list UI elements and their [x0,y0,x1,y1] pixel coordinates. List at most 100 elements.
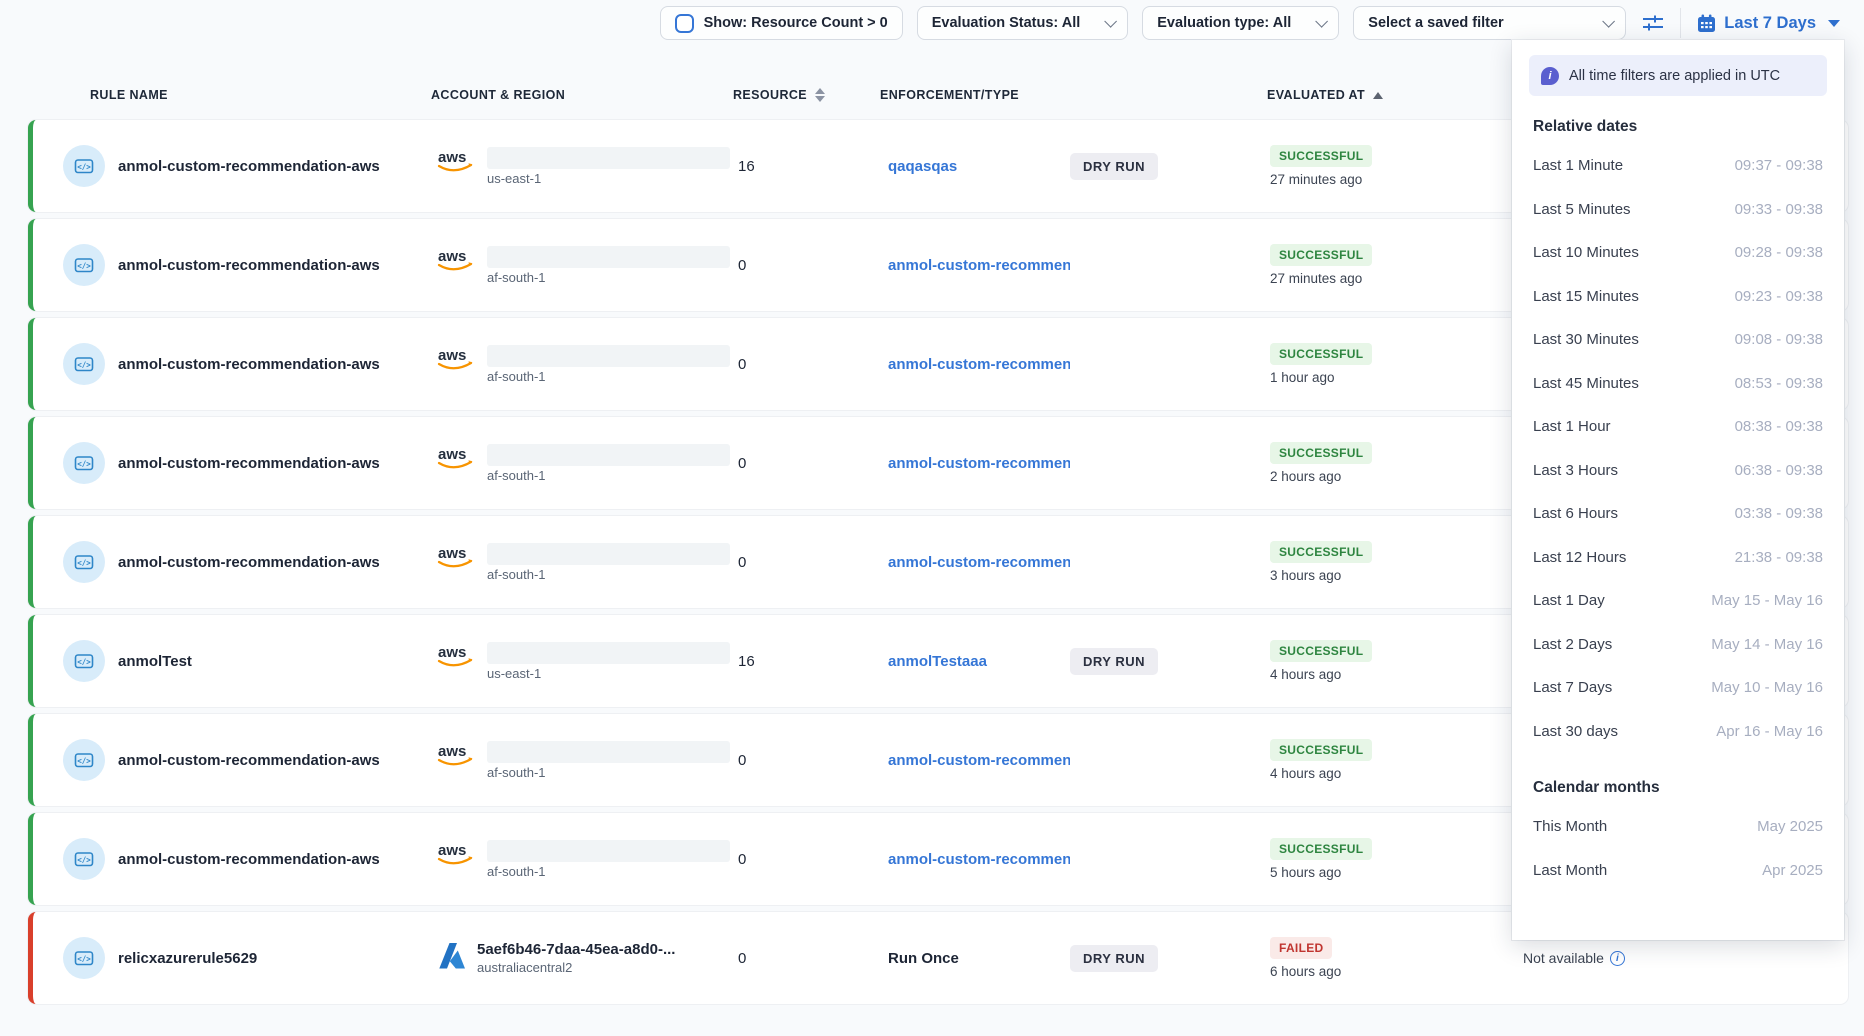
rule-code-icon: </> [63,739,105,781]
info-icon[interactable]: i [1610,951,1625,966]
rule-code-icon: </> [63,442,105,484]
status-badge: SUCCESSFUL [1270,442,1372,464]
date-option[interactable]: Last 45 Minutes 08:53 - 09:38 [1529,362,1827,406]
date-option-range: 06:38 - 09:38 [1735,462,1823,479]
evaluated-at-cell: SUCCESSFUL 3 hours ago [1270,541,1523,583]
resource-count: 0 [738,257,888,274]
date-option[interactable]: This Month May 2025 [1529,805,1827,849]
filter-toolbar: Show: Resource Count > 0 Evaluation Stat… [0,4,1842,42]
date-option-label: Last 7 Days [1533,679,1612,696]
date-option[interactable]: Last 1 Hour 08:38 - 09:38 [1529,405,1827,449]
rule-icon-cell: </> [33,541,118,583]
rule-icon-cell: </> [33,838,118,880]
date-option-range: May 2025 [1757,818,1823,835]
account-name: 5aef6b46-7daa-45ea-a8d0-... [477,941,675,958]
rule-name: anmol-custom-recommendation-aws [118,257,435,274]
enforcement-cell: anmol-custom-recommen... [888,851,1270,868]
date-option-range: 09:37 - 09:38 [1735,157,1823,174]
next-evaluation-cell: Not available i [1523,950,1848,966]
svg-text:</>: </> [77,756,91,765]
date-option-range: May 10 - May 16 [1711,679,1823,696]
date-option-label: Last 12 Hours [1533,549,1626,566]
evaluated-at-cell: SUCCESSFUL 5 hours ago [1270,838,1523,880]
date-option[interactable]: Last 1 Minute 09:37 - 09:38 [1529,144,1827,188]
date-option-range: May 14 - May 16 [1711,636,1823,653]
date-option-label: Last Month [1533,862,1607,879]
date-option-label: Last 30 Minutes [1533,331,1639,348]
date-option-label: Last 5 Minutes [1533,201,1631,218]
date-option[interactable]: Last Month Apr 2025 [1529,849,1827,893]
account-region-cell: aws af-south-1 [435,543,738,582]
rule-icon-cell: </> [33,343,118,385]
col-evaluated-at[interactable]: EVALUATED AT [1267,88,1383,102]
enforcement-link[interactable]: qaqasqas [888,158,1070,175]
relative-dates-list: Last 1 Minute 09:37 - 09:38 Last 5 Minut… [1529,144,1827,753]
rule-name: anmol-custom-recommendation-aws [118,455,435,472]
account-name [487,246,730,268]
filter-sliders-icon[interactable] [1640,10,1666,36]
date-option[interactable]: Last 30 days Apr 16 - May 16 [1529,710,1827,754]
date-option-range: May 15 - May 16 [1711,592,1823,609]
evaluated-time: 5 hours ago [1270,865,1341,880]
rule-icon-cell: </> [33,442,118,484]
enforcement-link[interactable]: anmolTestaaa [888,653,1070,670]
date-option-range: 09:33 - 09:38 [1735,201,1823,218]
rule-name: anmol-custom-recommendation-aws [118,554,435,571]
saved-filter-select[interactable]: Select a saved filter [1353,6,1626,40]
date-option[interactable]: Last 5 Minutes 09:33 - 09:38 [1529,188,1827,232]
rule-icon-cell: </> [33,244,118,286]
aws-logo-icon: aws [435,444,477,472]
region-label: af-south-1 [487,270,730,285]
account-region-cell: aws af-south-1 [435,444,738,483]
enforcement-link[interactable]: anmol-custom-recommen... [888,554,1070,571]
account-name [487,147,730,169]
date-option[interactable]: Last 1 Day May 15 - May 16 [1529,579,1827,623]
account-region-cell: aws af-south-1 [435,840,738,879]
azure-logo-icon [435,941,467,971]
date-option-label: Last 30 days [1533,723,1618,740]
date-option-label: Last 6 Hours [1533,505,1618,522]
date-range-button[interactable]: Last 7 Days [1695,10,1842,37]
enforcement-link[interactable]: anmol-custom-recommen... [888,455,1070,472]
enforcement-link[interactable]: anmol-custom-recommen... [888,257,1070,274]
date-option[interactable]: Last 12 Hours 21:38 - 09:38 [1529,536,1827,580]
evaluated-at-cell: SUCCESSFUL 4 hours ago [1270,640,1523,682]
date-option-range: 08:53 - 09:38 [1735,375,1823,392]
region-label: af-south-1 [487,468,730,483]
date-option-label: Last 1 Hour [1533,418,1611,435]
evaluation-status-select[interactable]: Evaluation Status: All [917,6,1129,40]
enforcement-link[interactable]: anmol-custom-recommen... [888,356,1070,373]
col-resource[interactable]: RESOURCE [733,88,825,102]
enforcement-link[interactable]: anmol-custom-recommen... [888,752,1070,769]
dry-run-badge: DRY RUN [1070,648,1158,675]
sort-icon[interactable] [815,88,825,102]
date-option[interactable]: Last 2 Days May 14 - May 16 [1529,623,1827,667]
rule-name: anmol-custom-recommendation-aws [118,851,435,868]
date-option[interactable]: Last 15 Minutes 09:23 - 09:38 [1529,275,1827,319]
evaluation-status-value: Evaluation Status: All [932,15,1081,31]
chevron-down-icon [1603,15,1616,28]
date-option-label: Last 3 Hours [1533,462,1618,479]
enforcement-link[interactable]: anmol-custom-recommen... [888,851,1070,868]
aws-logo-icon: aws [435,741,477,769]
date-option[interactable]: Last 7 Days May 10 - May 16 [1529,666,1827,710]
evaluation-type-select[interactable]: Evaluation type: All [1142,6,1339,40]
enforcement-link[interactable]: Run Once [888,950,1070,967]
date-option[interactable]: Last 10 Minutes 09:28 - 09:38 [1529,231,1827,275]
chevron-down-icon [1316,15,1329,28]
show-resource-count-checkbox[interactable] [675,14,694,33]
date-option[interactable]: Last 6 Hours 03:38 - 09:38 [1529,492,1827,536]
account-name [487,444,730,466]
date-option[interactable]: Last 3 Hours 06:38 - 09:38 [1529,449,1827,493]
svg-text:aws: aws [438,545,466,562]
aws-logo-icon: aws [435,642,477,670]
not-available-label: Not available [1523,950,1604,966]
date-option[interactable]: Last 30 Minutes 09:08 - 09:38 [1529,318,1827,362]
rule-icon-cell: </> [33,145,118,187]
account-region-cell: aws af-south-1 [435,345,738,384]
status-badge: SUCCESSFUL [1270,739,1372,761]
account-region-cell: aws us-east-1 [435,147,738,186]
date-option-label: Last 15 Minutes [1533,288,1639,305]
col-account-region: ACCOUNT & REGION [431,88,565,102]
show-resource-count-filter[interactable]: Show: Resource Count > 0 [660,6,903,40]
